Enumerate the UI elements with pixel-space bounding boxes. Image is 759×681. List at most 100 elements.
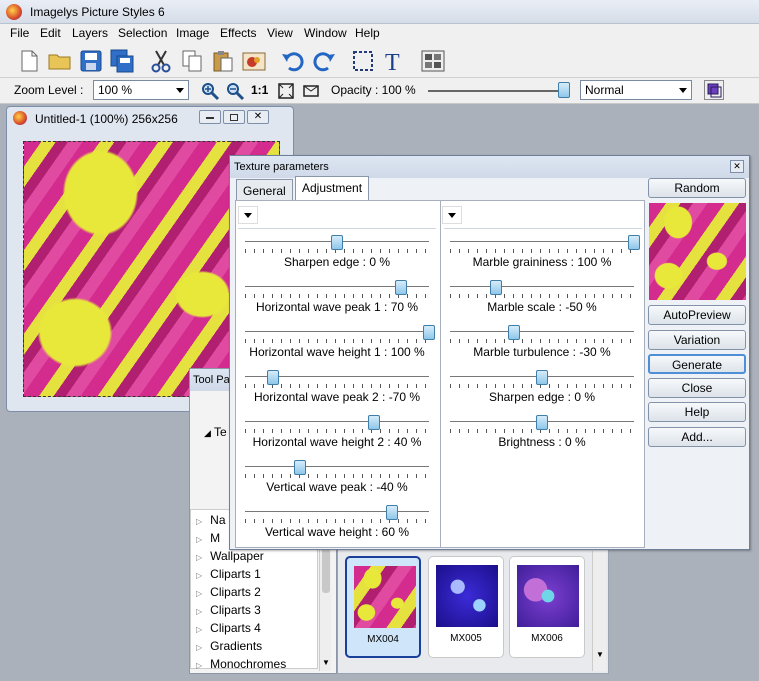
menu-view[interactable]: View [267, 26, 293, 40]
menu-effects[interactable]: Effects [220, 26, 256, 40]
layer-style-icon[interactable] [704, 80, 724, 100]
random-button[interactable]: Random [648, 178, 746, 198]
opacity-label: Opacity : 100 % [331, 83, 416, 97]
menu-file[interactable]: File [10, 26, 29, 40]
slider-thumb[interactable] [331, 235, 343, 250]
category-item[interactable]: M [196, 531, 220, 545]
category-item[interactable]: Cliparts 4 [196, 621, 261, 635]
add-button[interactable]: Add... [648, 427, 746, 447]
zoom-in-icon[interactable] [200, 81, 220, 101]
close-button[interactable]: Close [648, 378, 746, 398]
selection-tool-icon[interactable] [350, 48, 376, 74]
new-file-icon[interactable] [16, 48, 42, 74]
category-item[interactable]: Cliparts 2 [196, 585, 261, 599]
undo-icon[interactable] [280, 48, 306, 74]
slider-track[interactable] [245, 421, 429, 423]
cut-icon[interactable] [148, 48, 174, 74]
category-item[interactable]: Cliparts 3 [196, 603, 261, 617]
tab-general[interactable]: General [236, 179, 293, 201]
variation-button[interactable]: Variation [648, 330, 746, 350]
slider-thumb[interactable] [508, 325, 521, 340]
right-preset-dropdown[interactable] [442, 206, 462, 224]
actual-size-button[interactable]: 1:1 [251, 83, 268, 97]
slider-thumb[interactable] [386, 505, 399, 520]
slider-thumb[interactable] [367, 415, 380, 430]
opacity-slider-thumb[interactable] [558, 82, 570, 98]
slider-track[interactable] [450, 241, 634, 243]
copy-icon[interactable] [179, 48, 205, 74]
left-parameter-slider[interactable]: Vertical wave height : 60 % [245, 505, 429, 549]
slider-thumb[interactable] [536, 415, 548, 430]
minimize-button[interactable] [199, 110, 221, 124]
help-button[interactable]: Help [648, 402, 746, 422]
texture-generator-icon[interactable] [420, 48, 446, 74]
open-folder-icon[interactable] [47, 48, 73, 74]
chevron-down-icon [176, 88, 184, 93]
left-parameter-slider[interactable]: Sharpen edge : 0 % [245, 235, 429, 279]
slider-thumb[interactable] [628, 235, 640, 250]
blend-mode-select[interactable]: Normal [580, 80, 692, 100]
slider-label: Sharpen edge : 0 % [488, 390, 596, 404]
slider-label: Marble scale : -50 % [487, 300, 597, 314]
category-item[interactable]: Cliparts 1 [196, 567, 261, 581]
tab-adjustment[interactable]: Adjustment [295, 176, 370, 201]
slider-track[interactable] [450, 331, 634, 333]
restore-button[interactable] [223, 110, 245, 124]
category-item[interactable]: Gradients [196, 639, 262, 653]
paste-image-icon[interactable] [241, 48, 267, 74]
slider-track[interactable] [450, 286, 634, 288]
zoom-level-select[interactable]: 100 % [93, 80, 189, 100]
right-parameter-slider[interactable]: Sharpen edge : 0 % [450, 370, 634, 414]
texture-thumbnail[interactable]: MX005 [428, 556, 504, 658]
opacity-slider-track[interactable] [428, 90, 564, 92]
left-parameter-slider[interactable]: Horizontal wave peak 2 : -70 % [245, 370, 429, 414]
slider-track[interactable] [245, 511, 429, 513]
generate-button[interactable]: Generate [648, 354, 746, 374]
save-icon[interactable] [78, 48, 104, 74]
slider-label: Sharpen edge : 0 % [283, 255, 391, 269]
menu-edit[interactable]: Edit [40, 26, 61, 40]
menu-image[interactable]: Image [176, 26, 209, 40]
slider-track[interactable] [245, 466, 429, 468]
right-parameter-slider[interactable]: Marble scale : -50 % [450, 280, 634, 324]
paste-icon[interactable] [210, 48, 236, 74]
right-parameter-slider[interactable]: Brightness : 0 % [450, 415, 634, 459]
left-parameter-slider[interactable]: Horizontal wave height 2 : 40 % [245, 415, 429, 459]
left-parameter-slider[interactable]: Horizontal wave peak 1 : 70 % [245, 280, 429, 324]
menu-window[interactable]: Window [304, 26, 347, 40]
thumbnail-scrollbar[interactable]: ▼ [592, 551, 606, 671]
left-parameter-slider[interactable]: Vertical wave peak : -40 % [245, 460, 429, 504]
slider-thumb[interactable] [395, 280, 408, 295]
category-item[interactable]: Monochromes [196, 657, 286, 671]
panel-divider [440, 200, 441, 548]
texture-thumbnail[interactable]: MX006 [509, 556, 585, 658]
left-parameter-slider[interactable]: Horizontal wave height 1 : 100 % [245, 325, 435, 369]
category-item[interactable]: Wallpaper [196, 549, 264, 563]
fit-screen-icon[interactable] [302, 82, 320, 100]
right-parameter-slider[interactable]: Marble turbulence : -30 % [450, 325, 634, 369]
redo-icon[interactable] [311, 48, 337, 74]
category-item[interactable]: Na [196, 513, 225, 527]
left-preset-dropdown[interactable] [238, 206, 258, 224]
text-tool-icon[interactable]: T [381, 48, 407, 74]
thumbnail-image [354, 566, 416, 628]
autopreview-button[interactable]: AutoPreview [648, 305, 746, 325]
slider-thumb[interactable] [490, 280, 502, 295]
slider-thumb[interactable] [536, 370, 548, 385]
zoom-out-icon[interactable] [225, 81, 245, 101]
texture-thumbnail[interactable]: MX004 [345, 556, 421, 658]
menu-layers[interactable]: Layers [72, 26, 108, 40]
slider-ticks [450, 294, 634, 298]
right-parameter-slider[interactable]: Marble graininess : 100 % [450, 235, 640, 279]
slider-thumb[interactable] [294, 460, 307, 475]
save-all-icon[interactable] [109, 48, 135, 74]
menu-selection[interactable]: Selection [118, 26, 167, 40]
slider-thumb[interactable] [423, 325, 435, 340]
slider-track[interactable] [245, 331, 429, 333]
menu-help[interactable]: Help [355, 26, 380, 40]
fit-window-icon[interactable] [277, 82, 295, 100]
close-window-button[interactable]: ✕ [247, 110, 269, 124]
slider-thumb[interactable] [266, 370, 279, 385]
tree-root-item[interactable]: ◢ Te [204, 425, 227, 439]
close-icon[interactable]: ✕ [730, 160, 744, 173]
